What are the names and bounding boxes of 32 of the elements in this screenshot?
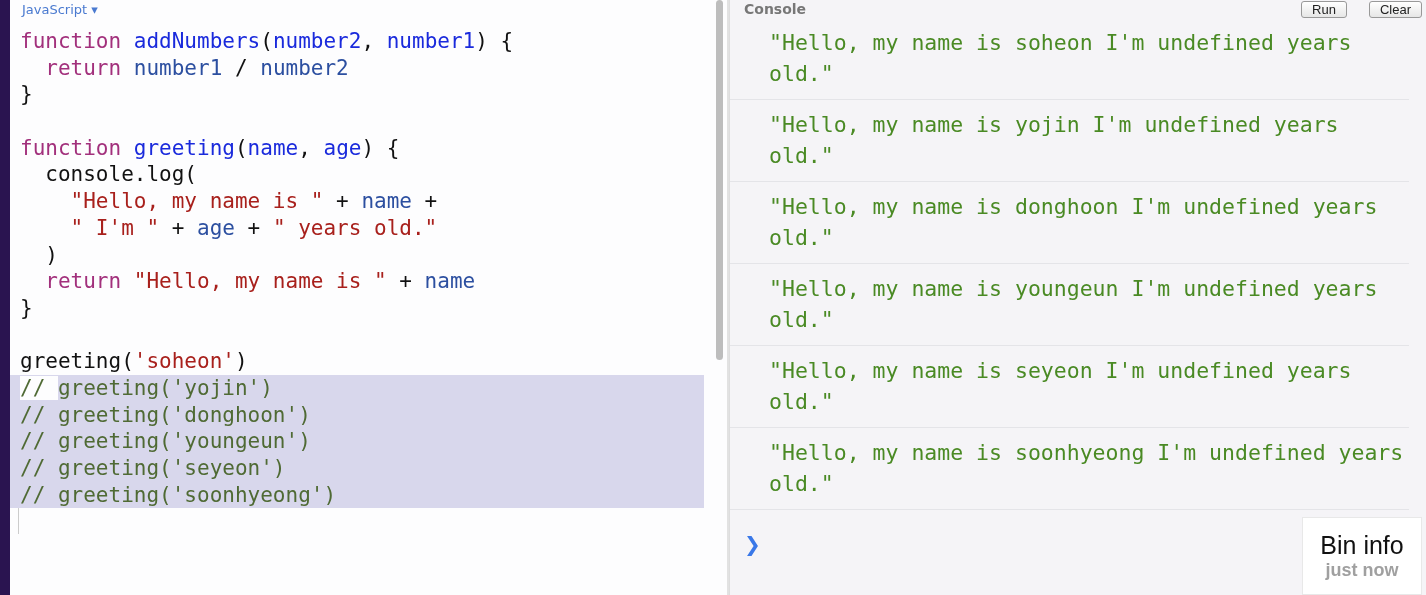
code-line: function addNumbers(number2, number1) { <box>20 28 514 55</box>
console-message: "Hello, my name is soonhyeong I'm undefined years old." <box>730 428 1409 510</box>
bin-info-time: just now <box>1325 560 1399 581</box>
bin-info-title: Bin info <box>1320 531 1404 560</box>
console-message: "Hello, my name is soheon I'm undefined years old." <box>730 18 1409 100</box>
language-menu[interactable]: JavaScript ▾ <box>10 0 712 20</box>
code-line: // greeting('soonhyeong') <box>20 481 337 509</box>
scrollbar-thumb[interactable] <box>716 0 723 360</box>
console-message: "Hello, my name is youngeun I'm undefined years old." <box>730 264 1409 346</box>
code-line: greeting('soheon') <box>20 348 248 375</box>
code-line: console.log( <box>44 161 197 189</box>
prompt-icon: ❯ <box>744 532 761 556</box>
code-line: " I'm " + age + " years old." <box>69 214 438 242</box>
code-line: // greeting('donghoon') <box>20 401 311 429</box>
console-message: "Hello, my name is seyeon I'm undefined years old." <box>730 346 1409 428</box>
code-line: return number1 / number2 <box>44 54 349 82</box>
code-line: ) <box>44 241 58 269</box>
code-line: } <box>20 81 33 109</box>
code-line: // greeting('seyeon') <box>20 455 286 482</box>
code-line: "Hello, my name is " + name + <box>69 188 438 215</box>
console-title: Console <box>744 1 808 17</box>
code-line: function greeting(name, age) { <box>20 134 400 162</box>
bin-info-panel[interactable]: Bin info just now <box>1302 517 1422 595</box>
code-line: return "Hello, my name is " + name <box>44 268 476 295</box>
code-line: // greeting('youngeun') <box>20 428 311 455</box>
toolbar-button[interactable]: Run <box>1301 0 1347 18</box>
code-line: } <box>20 294 33 322</box>
code-line: // greeting('yojin') <box>20 374 273 402</box>
console-message: "Hello, my name is donghoon I'm undefined years old." <box>730 182 1409 264</box>
toolbar-button[interactable]: Clear <box>1368 0 1422 18</box>
console-message: "Hello, my name is yojin I'm undefined years old." <box>730 100 1409 182</box>
text-cursor <box>18 508 19 535</box>
